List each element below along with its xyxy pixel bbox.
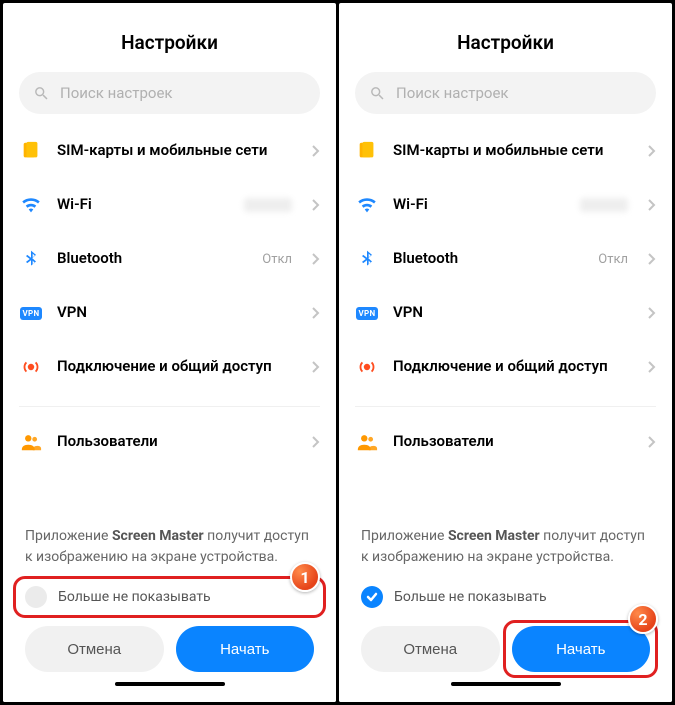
- bluetooth-icon: [19, 247, 43, 271]
- users-icon: [19, 430, 43, 454]
- row-sim[interactable]: SIM-карты и мобильные сети: [355, 124, 656, 178]
- tether-icon: [19, 355, 43, 379]
- chevron-right-icon: [312, 145, 320, 157]
- search-icon: [369, 85, 386, 102]
- tether-icon: [355, 355, 379, 379]
- row-label: Подключение и общий доступ: [393, 357, 634, 377]
- cancel-button[interactable]: Отмена: [361, 626, 500, 672]
- dont-show-label: Больше не показывать: [394, 589, 547, 605]
- row-label: Пользователи: [57, 432, 298, 452]
- dialog-message: Приложение Screen Master получит доступ …: [361, 526, 650, 568]
- row-wifi[interactable]: Wi-Fi: [355, 178, 656, 232]
- chevron-right-icon: [648, 436, 656, 448]
- vpn-icon: VPN: [19, 301, 43, 325]
- divider: [19, 406, 320, 407]
- row-label: Bluetooth: [57, 249, 248, 269]
- cancel-button[interactable]: Отмена: [25, 626, 164, 672]
- row-label: Wi-Fi: [57, 195, 230, 215]
- sim-icon: [19, 139, 43, 163]
- row-value: Откл: [598, 252, 628, 267]
- permission-dialog: Приложение Screen Master получит доступ …: [339, 508, 672, 702]
- dont-show-row[interactable]: Больше не показывать: [361, 586, 650, 608]
- phone-right: Настройки Поиск настроек SIM-карты и моб…: [339, 3, 672, 702]
- sim-icon: [355, 139, 379, 163]
- chevron-right-icon: [648, 253, 656, 265]
- row-users[interactable]: Пользователи: [355, 415, 656, 469]
- search-placeholder: Поиск настроек: [60, 84, 173, 102]
- dialog-buttons: Отмена Начать: [25, 626, 314, 672]
- row-label: Wi-Fi: [393, 195, 566, 215]
- divider: [355, 406, 656, 407]
- chevron-right-icon: [648, 199, 656, 211]
- users-icon: [355, 430, 379, 454]
- row-label: Bluetooth: [393, 249, 584, 269]
- row-label: VPN: [393, 303, 634, 323]
- page-title: Настройки: [339, 3, 672, 72]
- row-label: VPN: [57, 303, 298, 323]
- wifi-value-blurred: [244, 198, 292, 212]
- dont-show-row[interactable]: Больше не показывать 1: [25, 586, 314, 608]
- chevron-right-icon: [312, 307, 320, 319]
- row-vpn[interactable]: VPN VPN: [19, 286, 320, 340]
- bluetooth-icon: [355, 247, 379, 271]
- row-sim[interactable]: SIM-карты и мобильные сети: [19, 124, 320, 178]
- wifi-icon: [355, 193, 379, 217]
- row-value: Откл: [262, 252, 292, 267]
- search-icon: [33, 85, 50, 102]
- row-label: Пользователи: [393, 432, 634, 452]
- row-vpn[interactable]: VPN VPN: [355, 286, 656, 340]
- search-input[interactable]: Поиск настроек: [19, 72, 320, 114]
- row-tethering[interactable]: Подключение и общий доступ: [355, 340, 656, 394]
- dialog-buttons: Отмена Начать 2: [361, 626, 650, 672]
- chevron-right-icon: [648, 145, 656, 157]
- row-bluetooth[interactable]: Bluetooth Откл: [355, 232, 656, 286]
- row-label: SIM-карты и мобильные сети: [393, 141, 634, 161]
- home-indicator[interactable]: [451, 682, 561, 686]
- chevron-right-icon: [648, 307, 656, 319]
- chevron-right-icon: [312, 199, 320, 211]
- page-title: Настройки: [3, 3, 336, 72]
- chevron-right-icon: [648, 361, 656, 373]
- chevron-right-icon: [312, 361, 320, 373]
- chevron-right-icon: [312, 436, 320, 448]
- home-indicator[interactable]: [115, 682, 225, 686]
- row-label: Подключение и общий доступ: [57, 357, 298, 377]
- wifi-icon: [19, 193, 43, 217]
- dont-show-label: Больше не показывать: [58, 589, 211, 605]
- start-button[interactable]: Начать: [176, 626, 315, 672]
- row-tethering[interactable]: Подключение и общий доступ: [19, 340, 320, 394]
- row-bluetooth[interactable]: Bluetooth Откл: [19, 232, 320, 286]
- checkbox-checked[interactable]: [361, 586, 383, 608]
- dialog-message: Приложение Screen Master получит доступ …: [25, 526, 314, 568]
- permission-dialog: Приложение Screen Master получит доступ …: [3, 508, 336, 702]
- wifi-value-blurred: [580, 198, 628, 212]
- search-placeholder: Поиск настроек: [396, 84, 509, 102]
- row-wifi[interactable]: Wi-Fi: [19, 178, 320, 232]
- row-users[interactable]: Пользователи: [19, 415, 320, 469]
- phone-left: Настройки Поиск настроек SIM-карты и моб…: [3, 3, 336, 702]
- start-button[interactable]: Начать: [512, 626, 651, 672]
- row-label: SIM-карты и мобильные сети: [57, 141, 298, 161]
- search-input[interactable]: Поиск настроек: [355, 72, 656, 114]
- vpn-icon: VPN: [355, 301, 379, 325]
- checkbox-unchecked[interactable]: [25, 586, 47, 608]
- chevron-right-icon: [312, 253, 320, 265]
